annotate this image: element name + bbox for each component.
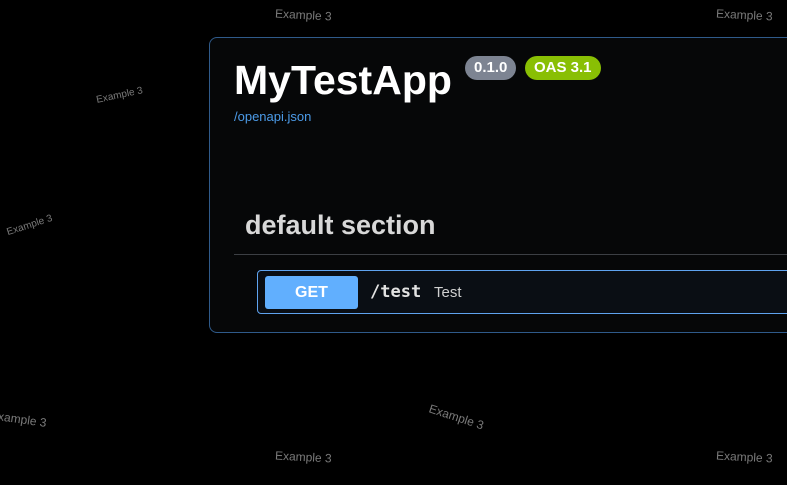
- section-divider: [234, 254, 787, 255]
- watermark-text: Example 3: [0, 408, 48, 430]
- openapi-spec-link[interactable]: /openapi.json: [234, 109, 311, 124]
- watermark-text: Example 3: [715, 6, 774, 24]
- page: Example 3 Example 3 Example 3 Example 3 …: [0, 0, 787, 485]
- operation-summary: Test: [434, 284, 462, 301]
- watermark-text: Example 3: [715, 448, 774, 466]
- tag-section-title[interactable]: default section: [245, 208, 436, 242]
- version-badge: 0.1.0: [465, 56, 517, 80]
- watermark-text: Example 3: [274, 448, 333, 466]
- operation-get-test[interactable]: GET /test Test: [257, 270, 787, 314]
- api-title: MyTestApp: [234, 57, 452, 103]
- watermark-text: Example 3: [427, 401, 486, 433]
- http-method-badge: GET: [265, 276, 358, 309]
- oas-version-badge: OAS 3.1: [525, 56, 601, 80]
- api-info-panel: MyTestApp 0.1.0 OAS 3.1 /openapi.json de…: [209, 37, 787, 333]
- watermark-text: Example 3: [274, 6, 333, 24]
- operation-path: /test: [370, 282, 422, 302]
- watermark-text: Example 3: [5, 212, 54, 239]
- watermark-text: Example 3: [95, 85, 144, 106]
